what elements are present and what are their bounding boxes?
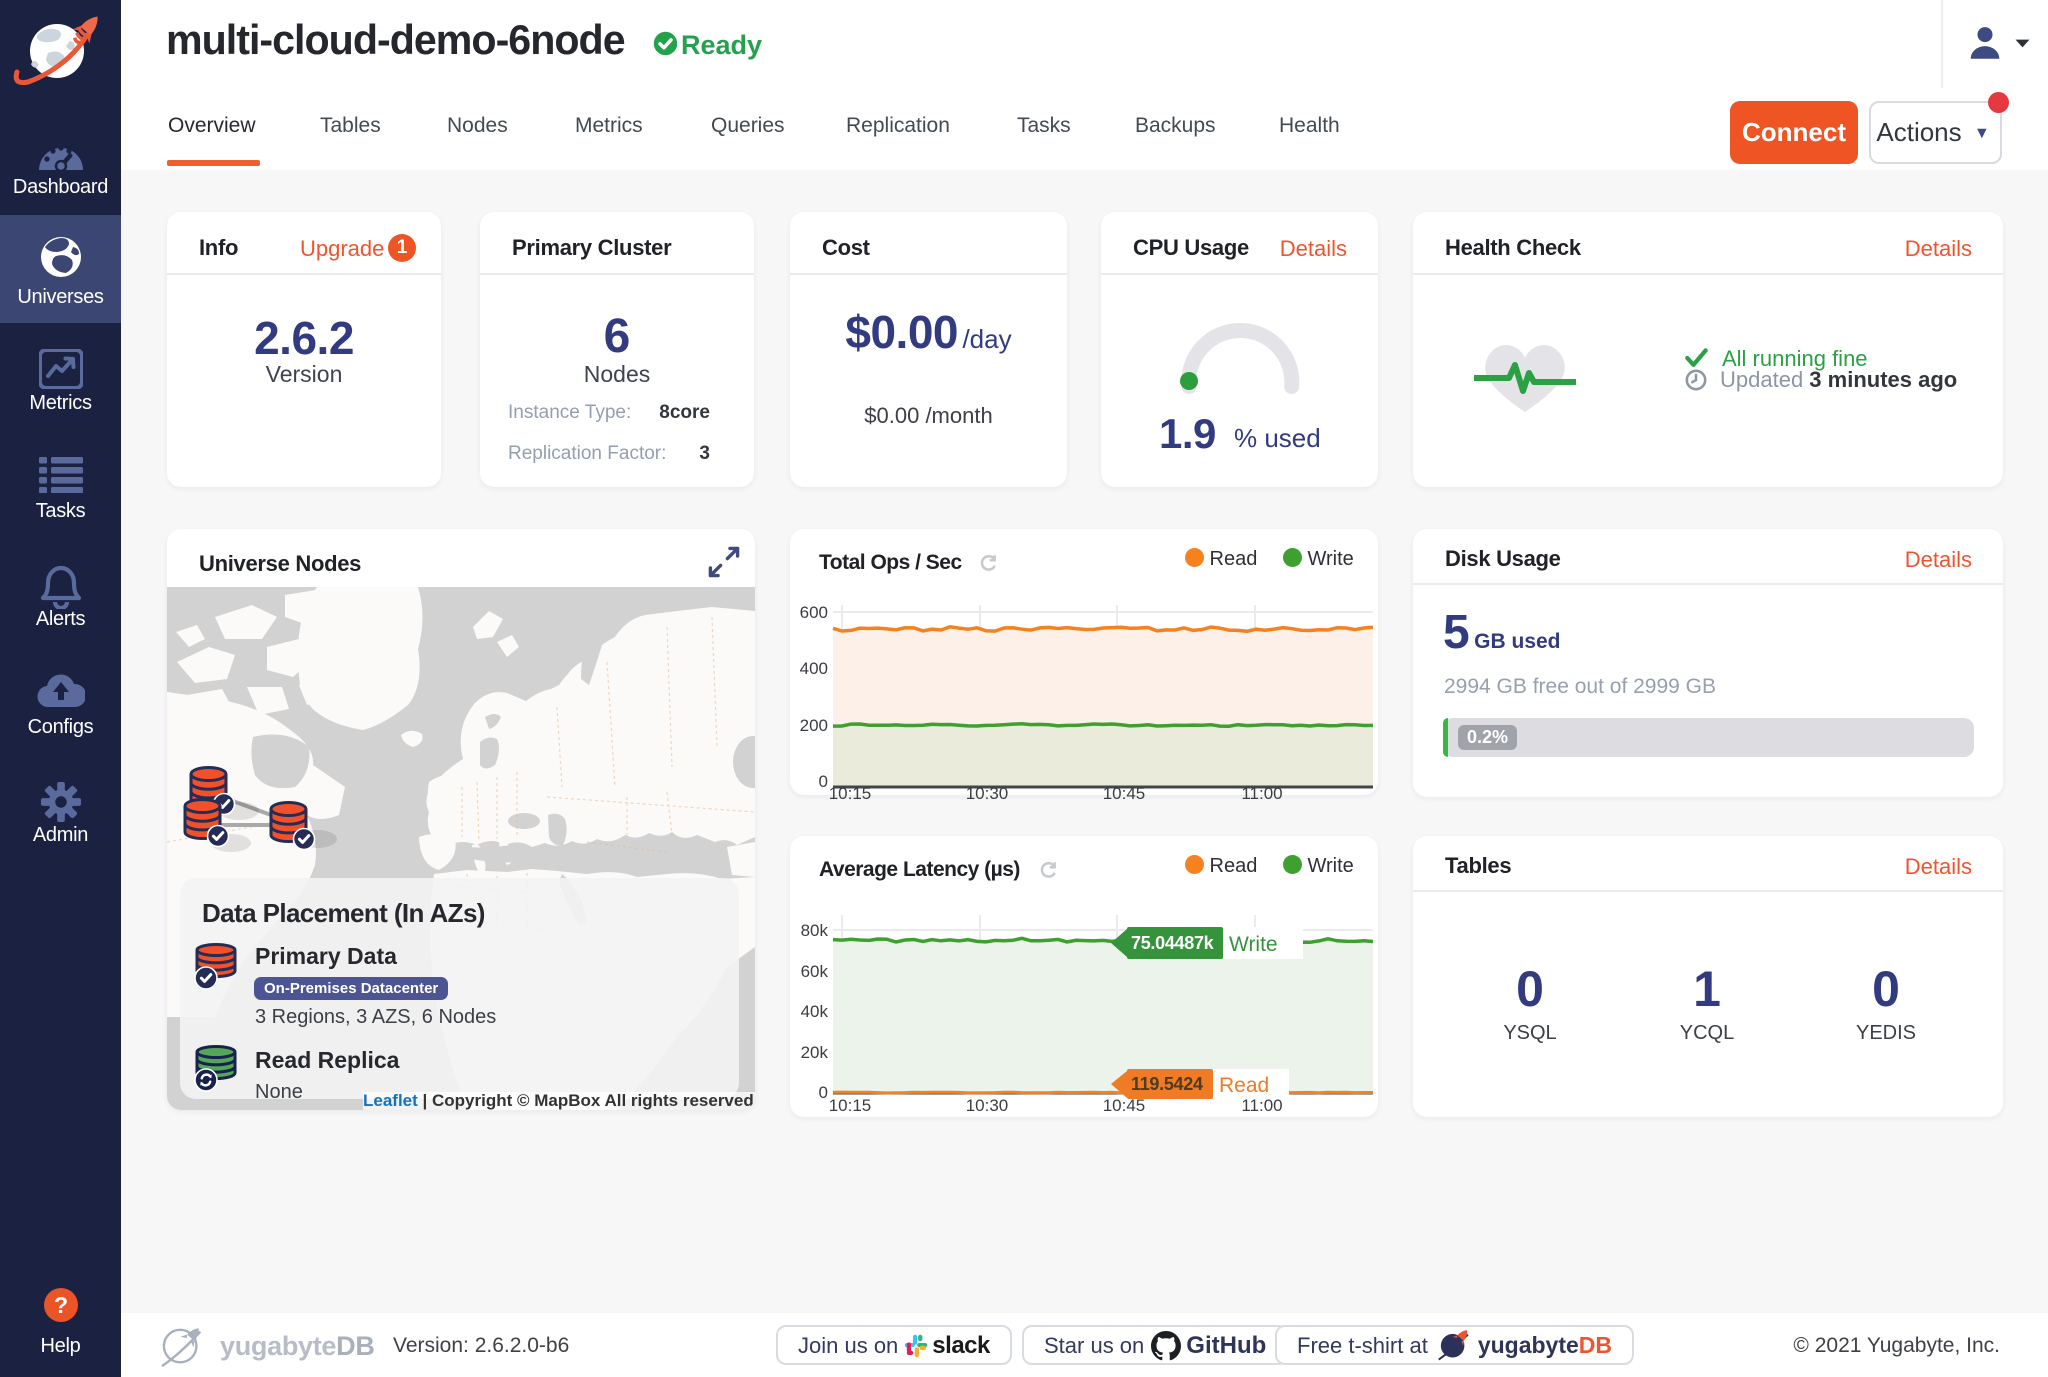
svg-text:60k: 60k — [801, 962, 829, 981]
svg-text:75.04487k: 75.04487k — [1131, 933, 1215, 953]
svg-text:600: 600 — [800, 603, 828, 622]
svg-text:200: 200 — [800, 716, 828, 735]
svg-text:0: 0 — [819, 772, 828, 791]
svg-text:10:15: 10:15 — [829, 1096, 872, 1115]
svg-text:400: 400 — [800, 659, 828, 678]
svg-text:0: 0 — [819, 1083, 828, 1102]
svg-text:20k: 20k — [801, 1043, 829, 1062]
svg-text:80k: 80k — [801, 921, 829, 940]
svg-text:10:30: 10:30 — [966, 1096, 1009, 1115]
svg-text:40k: 40k — [801, 1002, 829, 1021]
svg-text:119.5424: 119.5424 — [1131, 1074, 1203, 1094]
svg-text:Write: Write — [1229, 933, 1278, 956]
svg-text:?: ? — [53, 1292, 67, 1318]
svg-text:10:15: 10:15 — [829, 784, 872, 799]
svg-text:11:00: 11:00 — [1241, 784, 1282, 799]
svg-text:10:30: 10:30 — [966, 784, 1009, 799]
svg-text:% used: % used — [1234, 423, 1321, 453]
svg-text:10:45: 10:45 — [1103, 784, 1146, 799]
svg-text:Read: Read — [1219, 1074, 1269, 1097]
svg-text:1.9: 1.9 — [1159, 410, 1216, 457]
